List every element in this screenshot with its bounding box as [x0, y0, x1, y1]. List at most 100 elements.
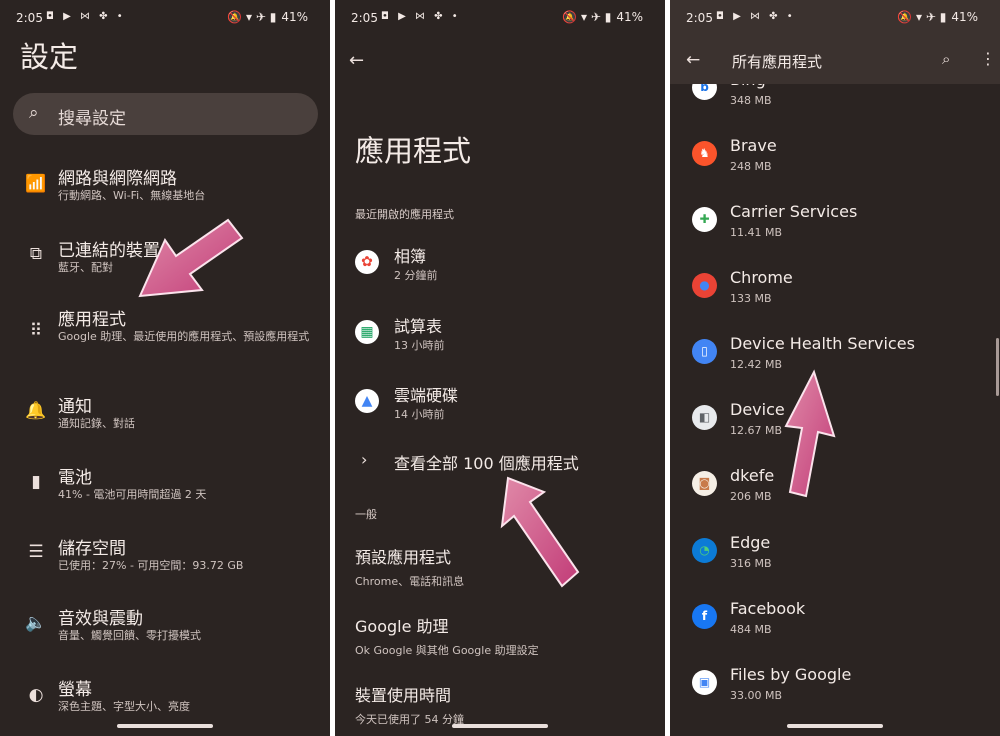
- settings-screen: 2:05 ◘ ▶ ⋈ ✤ • 🔕 ▾ ✈ ▮ 41% 設定 ⌕ 搜尋設定 📶 網路…: [0, 0, 330, 736]
- page-title: 應用程式: [355, 134, 472, 168]
- see-all-apps-label: 查看全部 100 個應用程式: [394, 454, 579, 473]
- app-list-item[interactable]: f Facebook 484 MB: [670, 599, 1000, 665]
- status-bar: 2:05 ◘ ▶ ⋈ ✤ • 🔕 ▾ ✈ ▮ 41%: [670, 0, 1000, 36]
- settings-item-subtitle: Google 助理、最近使用的應用程式、預設應用程式: [58, 330, 310, 343]
- recent-app-sheets[interactable]: ▦ 試算表 13 小時前: [335, 310, 665, 370]
- app-list-item[interactable]: ✚ Carrier Services 11.41 MB: [670, 202, 1000, 268]
- settings-item-title: 通知: [58, 397, 92, 417]
- status-right: 🔕 ▾ ✈ ▮ 41%: [557, 10, 643, 24]
- gesture-bar[interactable]: [452, 724, 548, 728]
- search-bar[interactable]: ⌕ 搜尋設定: [13, 93, 318, 135]
- recent-app-photos[interactable]: ✿ 相簿 2 分鐘前: [335, 240, 665, 300]
- battery-percent: 41%: [281, 10, 308, 24]
- settings-item-title: 網路與網際網路: [58, 169, 177, 189]
- app-size: 348 MB: [730, 94, 772, 107]
- app-list-item[interactable]: ▣ Files by Google 33.00 MB: [670, 665, 1000, 731]
- app-name: Device: [730, 400, 785, 419]
- app-list-item[interactable]: ◧ Device 12.67 MB: [670, 400, 1000, 466]
- scrollbar[interactable]: [996, 338, 999, 396]
- photos-icon: ✿: [355, 250, 379, 274]
- status-bar: 2:05 ◘ ▶ ⋈ ✤ • 🔕 ▾ ✈ ▮ 41%: [335, 0, 665, 36]
- settings-item-subtitle: 音量、觸覺回饋、零打擾模式: [58, 629, 201, 642]
- settings-item-storage[interactable]: ☰ 儲存空間 已使用：27% - 可用空間：93.72 GB: [0, 533, 330, 595]
- settings-item-connected-devices[interactable]: ⧉ 已連結的裝置 藍牙、配對: [0, 234, 330, 296]
- settings-item-subtitle: 41% - 電池可用時間超過 2 天: [58, 488, 207, 501]
- display-icon: ◐: [28, 685, 44, 705]
- app-name: Edge: [730, 533, 771, 552]
- settings-item-subtitle: 藍牙、配對: [58, 261, 113, 274]
- back-arrow-icon[interactable]: ←: [686, 50, 700, 70]
- app-list-item[interactable]: ♞ Brave 248 MB: [670, 136, 1000, 202]
- section-header-recent: 最近開啟的應用程式: [355, 208, 454, 221]
- general-item-subtitle: 今天已使用了 54 分鐘: [355, 713, 464, 726]
- device-personalization-icon: ◧: [692, 405, 717, 430]
- app-list-item[interactable]: ▯ Device Health Services 12.42 MB: [670, 334, 1000, 400]
- page-title: 所有應用程式: [732, 53, 823, 71]
- app-name: dkefe: [730, 466, 775, 485]
- app-size: 484 MB: [730, 623, 772, 636]
- chrome-icon: ●: [692, 273, 717, 298]
- brave-icon: ♞: [692, 141, 717, 166]
- apps-screen: 2:05 ◘ ▶ ⋈ ✤ • 🔕 ▾ ✈ ▮ 41% ← 應用程式 最近開啟的應用…: [335, 0, 665, 736]
- gesture-bar[interactable]: [117, 724, 213, 728]
- app-last-opened: 14 小時前: [394, 408, 445, 421]
- back-arrow-icon[interactable]: ←: [349, 50, 364, 71]
- general-item-assistant[interactable]: Google 助理 Ok Google 與其他 Google 助理設定: [355, 613, 539, 658]
- app-name: Brave: [730, 136, 777, 155]
- files-icon: ▣: [692, 670, 717, 695]
- settings-item-subtitle: 通知記錄、對話: [58, 417, 135, 430]
- section-header-general: 一般: [355, 508, 377, 521]
- gesture-bar[interactable]: [787, 724, 883, 728]
- chevron-right-icon: ›: [361, 450, 368, 469]
- search-placeholder: 搜尋設定: [58, 109, 126, 129]
- settings-item-network[interactable]: 📶 網路與網際網路 行動網路、Wi-Fi、無線基地台: [0, 162, 330, 224]
- app-name: Device Health Services: [730, 334, 915, 353]
- app-size: 206 MB: [730, 490, 772, 503]
- app-size: 316 MB: [730, 557, 772, 570]
- search-icon: ⌕: [29, 103, 39, 123]
- app-size: 11.41 MB: [730, 226, 783, 239]
- top-app-bar: ← 所有應用程式 ⌕ ⋮: [670, 36, 1000, 84]
- app-size: 133 MB: [730, 292, 772, 305]
- drive-glyph: ▲: [361, 393, 373, 409]
- status-right: 🔕 ▾ ✈ ▮ 41%: [222, 10, 308, 24]
- app-list-item[interactable]: ◙ dkefe 206 MB: [670, 466, 1000, 532]
- general-item-screen-time[interactable]: 裝置使用時間 今天已使用了 54 分鐘: [355, 682, 464, 727]
- app-name: Chrome: [730, 268, 793, 287]
- recent-app-drive[interactable]: ▲ 雲端硬碟 14 小時前: [335, 379, 665, 439]
- app-size: 248 MB: [730, 160, 772, 173]
- see-all-apps-link[interactable]: › 查看全部 100 個應用程式: [335, 440, 665, 500]
- dkefe-icon: ◙: [692, 471, 717, 496]
- app-name: 雲端硬碟: [394, 386, 459, 405]
- settings-item-subtitle: 深色主題、字型大小、亮度: [58, 700, 190, 713]
- app-list-item[interactable]: ● Chrome 133 MB: [670, 268, 1000, 334]
- general-item-title: Google 助理: [355, 617, 449, 636]
- app-name: 試算表: [394, 317, 443, 336]
- status-time: 2:05: [351, 11, 378, 25]
- settings-item-title: 電池: [58, 468, 92, 488]
- edge-icon: ◔: [692, 538, 717, 563]
- app-size: 12.67 MB: [730, 424, 783, 437]
- status-bar: 2:05 ◘ ▶ ⋈ ✤ • 🔕 ▾ ✈ ▮ 41%: [0, 0, 330, 36]
- bell-icon: 🔔: [25, 401, 47, 421]
- general-item-default-apps[interactable]: 預設應用程式 Chrome、電話和訊息: [355, 544, 464, 589]
- settings-item-battery[interactable]: ▮ 電池 41% - 電池可用時間超過 2 天: [0, 462, 330, 524]
- app-size: 33.00 MB: [730, 689, 783, 702]
- status-time: 2:05: [686, 11, 713, 25]
- settings-item-title: 螢幕: [58, 680, 92, 700]
- status-time: 2:05: [16, 11, 43, 25]
- search-in-page-icon[interactable]: ⌕: [942, 50, 950, 68]
- settings-item-title: 已連結的裝置: [58, 241, 160, 261]
- app-size: 12.42 MB: [730, 358, 783, 371]
- speaker-icon: 🔈: [25, 613, 47, 633]
- all-apps-screen: 2:05 ◘ ▶ ⋈ ✤ • 🔕 ▾ ✈ ▮41% bBing348 MB♞Br…: [670, 0, 1000, 736]
- settings-item-apps[interactable]: ⠿ 應用程式 Google 助理、最近使用的應用程式、預設應用程式: [0, 305, 330, 367]
- settings-item-title: 應用程式: [58, 310, 126, 330]
- app-list-item[interactable]: ◔ Edge 316 MB: [670, 533, 1000, 599]
- settings-item-notifications[interactable]: 🔔 通知 通知記錄、對話: [0, 391, 330, 453]
- settings-item-title: 音效與震動: [58, 609, 143, 629]
- more-options-icon[interactable]: ⋮: [980, 49, 996, 68]
- settings-item-sound[interactable]: 🔈 音效與震動 音量、觸覺回饋、零打擾模式: [0, 604, 330, 666]
- apps-grid-icon: ⠿: [29, 321, 43, 341]
- app-last-opened: 2 分鐘前: [394, 269, 438, 282]
